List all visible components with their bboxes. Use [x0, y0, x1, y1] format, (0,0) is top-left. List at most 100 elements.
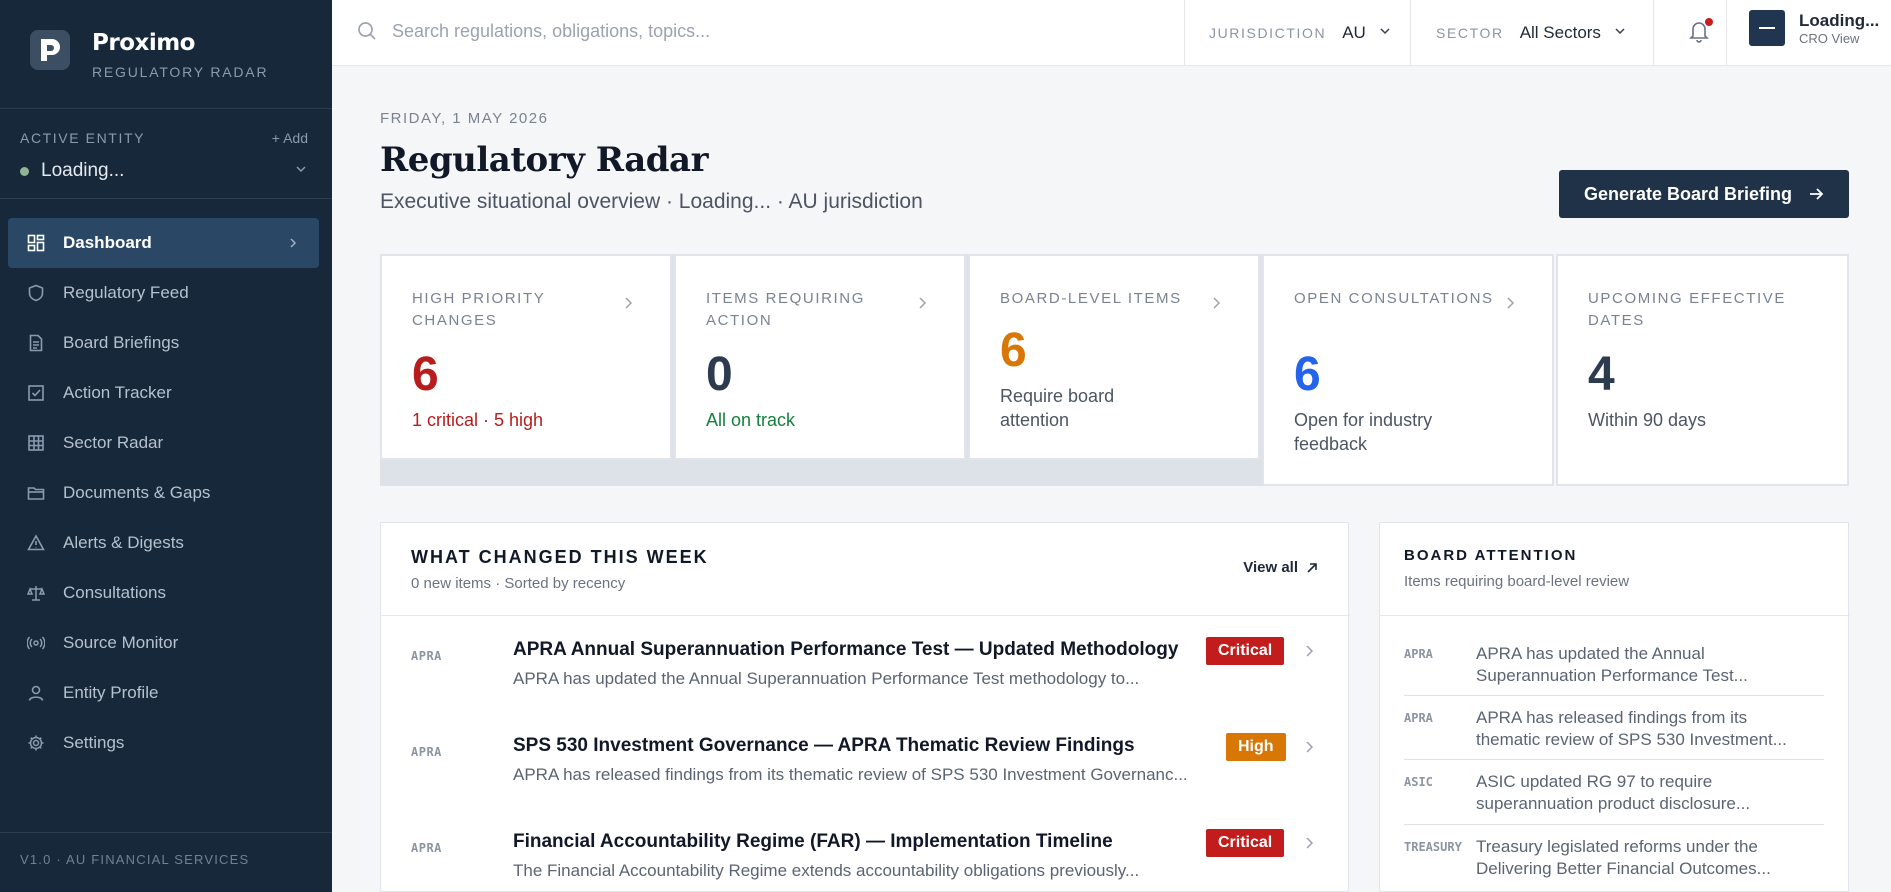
source-tag: APRA: [1404, 647, 1433, 661]
kpi-upcoming-effective-dates[interactable]: UPCOMING EFFECTIVE DATES 4 Within 90 day…: [1556, 254, 1849, 486]
board-item-text: APRA has updated the Annual Superannuati…: [1476, 644, 1748, 685]
source-tag: APRA: [411, 745, 442, 759]
brand-subtitle: REGULATORY RADAR: [92, 64, 269, 80]
kpi-label: UPCOMING EFFECTIVE DATES: [1588, 290, 1786, 329]
page-title: Regulatory Radar: [380, 140, 709, 180]
document-icon: [26, 333, 46, 353]
sidebar-item-label: Alerts & Digests: [63, 533, 184, 552]
sidebar-item-board-briefings[interactable]: Board Briefings: [8, 318, 319, 368]
kpi-label: BOARD-LEVEL ITEMS: [1000, 290, 1182, 307]
change-title: SPS 530 Investment Governance — APRA The…: [513, 735, 1135, 756]
notifications-button[interactable]: [1685, 17, 1715, 47]
button-label: Generate Board Briefing: [1583, 183, 1793, 204]
chevron-right-icon: [1303, 835, 1315, 856]
panel-title: BOARD ATTENTION: [1404, 547, 1578, 564]
board-item-text: APRA has released findings from its them…: [1476, 708, 1787, 749]
sidebar-item-label: Consultations: [63, 583, 167, 602]
sidebar-divider: [0, 832, 332, 833]
kpi-note: Open for industry feedback: [1294, 410, 1433, 454]
generate-board-briefing-button[interactable]: Generate Board Briefing: [1559, 170, 1849, 218]
sidebar-item-alerts-digests[interactable]: Alerts & Digests: [8, 518, 319, 568]
what-changed-panel: WHAT CHANGED THIS WEEK 0 new items · Sor…: [380, 522, 1350, 892]
sector-value: All Sectors: [1519, 23, 1601, 42]
board-attention-item[interactable]: ASIC ASIC updated RG 97 to require super…: [1404, 751, 1824, 815]
panel-divider: [381, 615, 1350, 616]
sidebar-item-entity-profile[interactable]: Entity Profile: [8, 668, 319, 718]
panel-subtitle: Items requiring board-level review: [1404, 573, 1630, 590]
brand[interactable]: Proximo REGULATORY RADAR: [30, 30, 268, 80]
panel-title: WHAT CHANGED THIS WEEK: [411, 547, 709, 567]
user-icon: [26, 683, 46, 703]
search-icon: [356, 20, 378, 47]
change-row[interactable]: APRA APRA Annual Superannuation Performa…: [381, 629, 1349, 725]
checkbox-icon: [26, 383, 46, 403]
topbar-divider: [1410, 0, 1411, 66]
sidebar-item-label: Source Monitor: [63, 633, 179, 652]
brand-name: Proximo: [92, 30, 196, 56]
chevron-down-icon: [294, 162, 308, 181]
change-description: APRA has released findings from its them…: [513, 765, 1188, 784]
kpi-value: 4: [1588, 348, 1615, 401]
sidebar-item-documents-gaps[interactable]: Documents & Gaps: [8, 468, 319, 518]
topbar-divider: [1653, 0, 1654, 66]
kpi-high-priority[interactable]: HIGH PRIORITY CHANGES 6 1 critical · 5 h…: [380, 254, 672, 460]
kpi-value: 6: [1294, 348, 1321, 401]
board-item-text: Treasury legislated reforms under the De…: [1476, 837, 1771, 878]
current-date: FRIDAY, 1 MAY 2026: [380, 110, 549, 127]
chevron-right-icon: [916, 296, 928, 315]
board-attention-panel: BOARD ATTENTION Items requiring board-le…: [1379, 522, 1850, 892]
folder-icon: [26, 483, 46, 503]
scales-icon: [26, 583, 46, 603]
search-input[interactable]: [392, 16, 1192, 46]
user-menu[interactable]: Loading... CRO View: [1749, 10, 1879, 46]
kpi-board-level-items[interactable]: BOARD-LEVEL ITEMS 6 Require board attent…: [968, 254, 1260, 460]
change-title: APRA Annual Superannuation Performance T…: [513, 639, 1179, 660]
sidebar-item-action-tracker[interactable]: Action Tracker: [8, 368, 319, 418]
view-all-link[interactable]: View all: [1243, 559, 1318, 576]
kpi-items-requiring-action[interactable]: ITEMS REQUIRING ACTION 0 All on track: [674, 254, 966, 460]
change-title: Financial Accountability Regime (FAR) — …: [513, 831, 1113, 852]
board-attention-item[interactable]: APRA APRA has updated the Annual Superan…: [1404, 623, 1824, 687]
sidebar-item-consultations[interactable]: Consultations: [8, 568, 319, 618]
proximo-logo: [30, 30, 70, 70]
kpi-note: All on track: [706, 410, 796, 430]
chevron-right-icon: [1210, 296, 1222, 315]
sidebar-item-settings[interactable]: Settings: [8, 718, 319, 768]
grid-icon: [26, 433, 46, 453]
board-attention-item[interactable]: APRA APRA has released findings from its…: [1404, 687, 1824, 751]
shield-icon: [26, 283, 46, 303]
broadcast-icon: [26, 633, 46, 653]
topbar: JURISDICTION AU SECTOR All Sectors Loadi…: [332, 0, 1891, 66]
dashboard-icon: [26, 233, 46, 253]
arrow-right-icon: [1808, 186, 1824, 202]
entity-selector[interactable]: Loading...: [20, 156, 308, 186]
kpi-open-consultations[interactable]: OPEN CONSULTATIONS 6 Open for industry f…: [1262, 254, 1554, 486]
change-description: APRA has updated the Annual Superannuati…: [513, 669, 1140, 688]
sidebar-item-regulatory-feed[interactable]: Regulatory Feed: [8, 268, 319, 318]
jurisdiction-value: AU: [1342, 23, 1366, 42]
gear-icon: [26, 733, 46, 753]
arrow-up-right-icon: [1306, 562, 1318, 574]
panel-subtitle: 0 new items · Sorted by recency: [411, 575, 626, 592]
chevron-right-icon: [1504, 296, 1516, 315]
change-row[interactable]: APRA Financial Accountability Regime (FA…: [381, 821, 1349, 892]
sidebar-item-source-monitor[interactable]: Source Monitor: [8, 618, 319, 668]
sidebar-item-dashboard[interactable]: Dashboard: [8, 218, 319, 268]
warning-icon: [26, 533, 46, 553]
add-entity-button[interactable]: + Add: [272, 130, 308, 146]
change-row[interactable]: APRA SPS 530 Investment Governance — APR…: [381, 725, 1349, 821]
kpi-value: 6: [412, 348, 439, 401]
sidebar-item-label: Board Briefings: [63, 333, 180, 352]
chevron-down-icon: [1613, 24, 1627, 43]
source-tag: APRA: [411, 841, 442, 855]
kpi-label: OPEN CONSULTATIONS: [1294, 290, 1494, 307]
board-attention-item[interactable]: TREASURY Treasury legislated reforms und…: [1404, 816, 1824, 880]
notification-dot: [1705, 18, 1713, 26]
sidebar-item-sector-radar[interactable]: Sector Radar: [8, 418, 319, 468]
source-tag: ASIC: [1404, 775, 1433, 789]
avatar: [1749, 10, 1785, 46]
sector-dropdown[interactable]: SECTOR All Sectors: [1436, 0, 1627, 66]
severity-badge: High: [1226, 733, 1286, 761]
jurisdiction-dropdown[interactable]: JURISDICTION AU: [1209, 0, 1392, 66]
chevron-right-icon: [1303, 739, 1315, 760]
